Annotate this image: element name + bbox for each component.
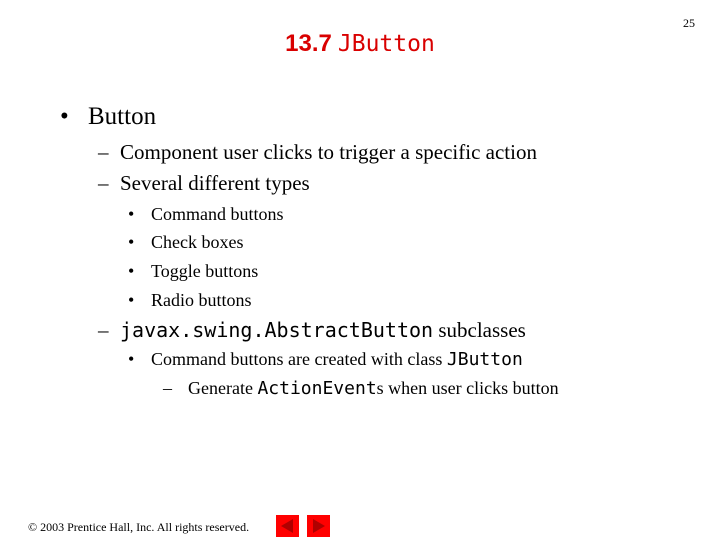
dash-marker: – (98, 171, 109, 195)
bullet-marker: • (60, 103, 69, 130)
previous-slide-button[interactable] (276, 515, 299, 537)
bullet-marker: • (128, 232, 135, 252)
code-abstractbutton: javax.swing.AbstractButton (120, 318, 434, 342)
right-triangle-icon (313, 519, 325, 533)
copyright-footer: © 2003 Prentice Hall, Inc. All rights re… (28, 520, 250, 534)
bullet-marker: • (128, 204, 135, 224)
bullet-jbutton-class: • Command buttons are created with class … (128, 349, 523, 370)
bullet-marker: • (128, 349, 135, 369)
page-number: 25 (683, 16, 695, 30)
bullet-text: Command buttons (151, 204, 284, 224)
title-section-number: 13.7 (285, 30, 332, 57)
slide-title: 13.7 JButton (0, 30, 720, 58)
type-item-toggle: • Toggle buttons (128, 261, 258, 282)
bullet-text: Toggle buttons (151, 261, 259, 281)
dash-marker: – (163, 378, 172, 398)
sub-bullet-abstractbutton: – javax.swing.AbstractButton subclasses (98, 318, 526, 343)
bullet-action-events: – Generate ActionEvents when user clicks … (163, 378, 559, 399)
left-triangle-icon (281, 519, 293, 533)
bullet-text-prefix: Generate (188, 378, 258, 398)
title-class-name: JButton (337, 31, 435, 57)
bullet-button: • Button (60, 103, 156, 131)
bullet-text: Button (88, 103, 157, 130)
bullet-text: Several different types (120, 171, 310, 195)
bullet-text-suffix: s when user clicks button (376, 378, 559, 398)
bullet-text: subclasses (433, 318, 526, 342)
type-item-radio: • Radio buttons (128, 290, 252, 311)
code-jbutton: JButton (446, 349, 523, 370)
next-slide-button[interactable] (307, 515, 330, 537)
type-item-checkbox: • Check boxes (128, 232, 243, 253)
sub-bullet-types: – Several different types (98, 171, 310, 196)
bullet-text: Component user clicks to trigger a speci… (120, 140, 537, 164)
dash-marker: – (98, 318, 109, 342)
code-actionevent: ActionEvent (257, 378, 377, 399)
bullet-text: Check boxes (151, 232, 244, 252)
bullet-text: Command buttons are created with class (151, 349, 447, 369)
bullet-text: Radio buttons (151, 290, 252, 310)
bullet-marker: • (128, 261, 135, 281)
type-item-command: • Command buttons (128, 204, 284, 225)
dash-marker: – (98, 140, 109, 164)
sub-bullet-component: – Component user clicks to trigger a spec… (98, 140, 537, 165)
bullet-marker: • (128, 290, 135, 310)
